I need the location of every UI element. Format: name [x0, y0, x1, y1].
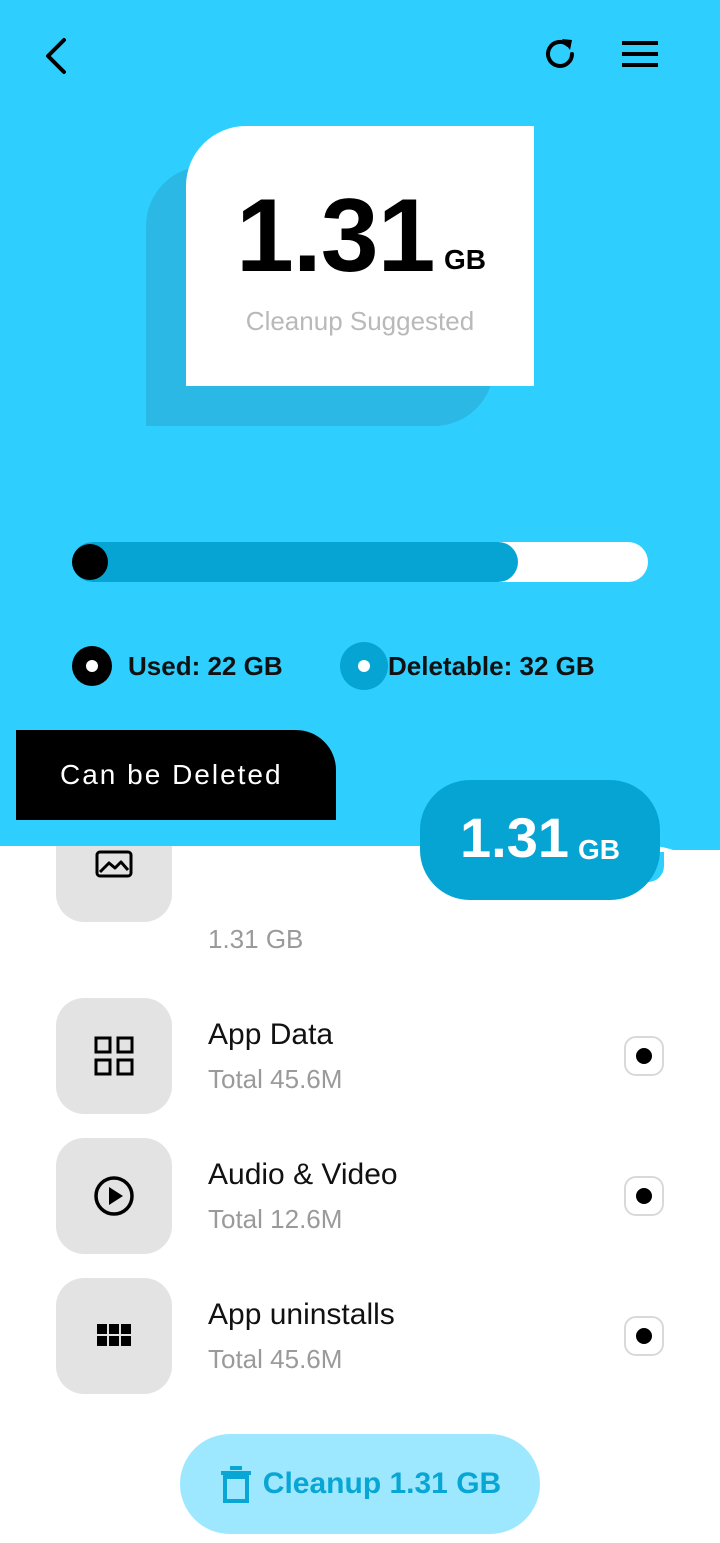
size-badge: 1.31 GB — [420, 780, 660, 900]
chevron-left-icon — [46, 38, 66, 74]
hamburger-menu-icon — [622, 41, 658, 67]
list-item-title: App uninstalls — [208, 1298, 395, 1331]
cleanup-size-value: 1.31 — [236, 178, 435, 294]
size-badge-value: 1.31 — [460, 806, 569, 869]
cleanup-button-label: Cleanup 1.31 GB — [262, 1467, 502, 1500]
legend-deletable: Deletable: 32 GB — [340, 642, 595, 690]
list-item-checkbox[interactable] — [624, 1176, 664, 1216]
can-be-deleted-label: Can be Deleted — [60, 759, 283, 790]
list-item-icon — [56, 1138, 172, 1254]
used-label: Used: 22 GB — [128, 650, 283, 681]
can-be-deleted-tab[interactable]: Can be Deleted — [16, 730, 336, 820]
list-item[interactable]: App Data Total 45.6M — [0, 998, 720, 1114]
list-item-subtitle: Total 12.6M — [208, 1204, 343, 1234]
apps-grid-icon — [97, 1324, 131, 1346]
list-item-subtitle: Total 45.6M — [208, 1064, 343, 1094]
cleanup-button[interactable]: Cleanup 1.31 GB — [180, 1434, 540, 1534]
cleanup-caption: Cleanup Suggested — [245, 306, 475, 336]
list-item[interactable]: Audio & Video Total 12.6M — [0, 1138, 720, 1254]
legend-used: Used: 22 GB — [72, 642, 283, 690]
menu-button[interactable] — [612, 26, 668, 82]
refresh-icon — [546, 39, 574, 68]
used-dot-icon — [72, 646, 112, 686]
deletable-dot-icon — [340, 642, 388, 690]
play-circle-icon — [94, 1176, 134, 1216]
list-item[interactable]: App uninstalls Total 45.6M — [0, 1278, 720, 1394]
storage-bar-fill — [72, 542, 518, 582]
back-button[interactable] — [30, 28, 86, 84]
refresh-button[interactable] — [532, 26, 588, 82]
image-icon — [95, 850, 133, 878]
grid-apps-icon — [94, 1036, 134, 1076]
storage-bar-knob — [72, 544, 108, 580]
list-item-title: Audio & Video — [208, 1158, 398, 1191]
list-item-icon — [56, 846, 172, 922]
size-badge-unit: GB — [578, 834, 620, 865]
list-item-icon — [56, 998, 172, 1114]
list-item-subtitle: Total 45.6M — [208, 1344, 343, 1374]
list-item-subtitle: 1.31 GB — [208, 924, 304, 954]
list-item-checkbox[interactable] — [624, 1316, 664, 1356]
trash-icon — [220, 1466, 251, 1503]
list-item-title: App Data — [208, 1018, 334, 1051]
summary-card: 1.31 GB Cleanup Suggested — [186, 126, 534, 386]
cleanup-size-unit: GB — [444, 244, 486, 275]
list-item-checkbox[interactable] — [624, 1036, 664, 1076]
deletable-label: Deletable: 32 GB — [388, 650, 595, 681]
list-item-icon — [56, 1278, 172, 1394]
